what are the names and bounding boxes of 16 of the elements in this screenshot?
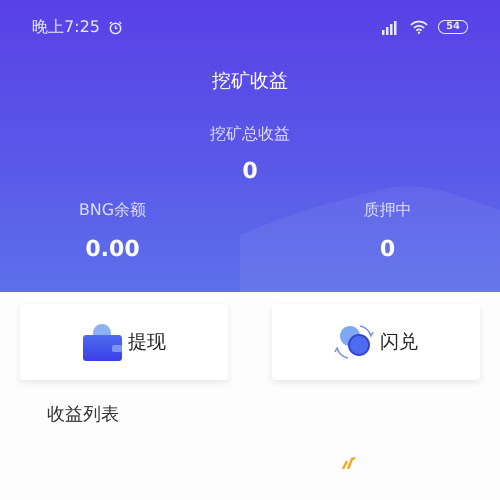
- stat-label: 质押中: [362, 200, 412, 221]
- status-time: 晚上7:25: [32, 16, 100, 38]
- stat-value: 0: [378, 237, 396, 262]
- wallet-icon: [82, 322, 122, 362]
- section-title: 收益列表: [47, 403, 120, 426]
- illustration-icon: [342, 457, 356, 469]
- withdraw-button[interactable]: 提现: [20, 304, 228, 380]
- battery-icon: 54: [438, 20, 468, 34]
- swap-button[interactable]: 闪兑: [272, 304, 480, 380]
- page-title: 挖矿收益: [211, 69, 289, 94]
- stat-value: 0.00: [84, 237, 141, 262]
- stat-label: 挖矿总收益: [209, 124, 291, 145]
- stat-label: BNG余额: [78, 200, 148, 221]
- wifi-icon: [410, 20, 428, 34]
- alarm-icon: [108, 20, 123, 34]
- stat-value: 0: [241, 159, 259, 184]
